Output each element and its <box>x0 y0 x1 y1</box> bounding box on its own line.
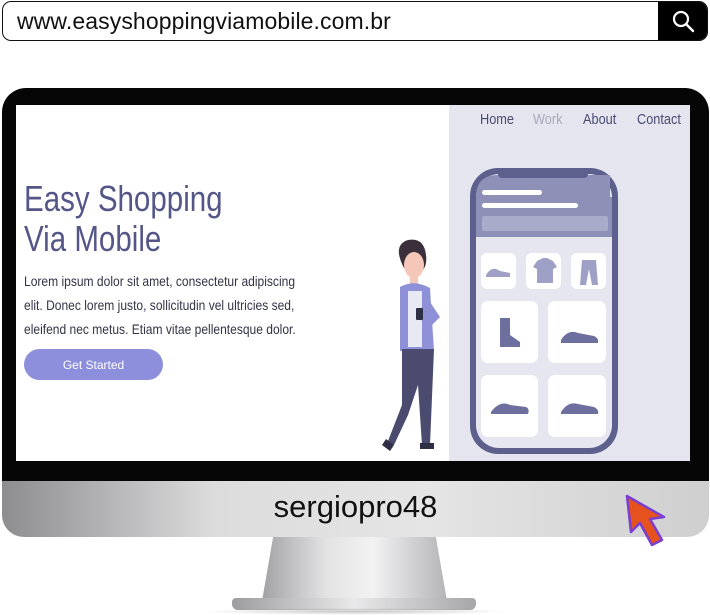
cursor-arrow-icon <box>625 494 666 547</box>
phone-illustration <box>470 168 618 454</box>
monitor-brand-label: sergiopro48 <box>273 489 438 524</box>
address-bar[interactable]: www.easyshoppingviamobile.com.br <box>2 1 708 41</box>
monitor: sergiopro48 Home Work About Contact Easy… <box>2 88 709 538</box>
monitor-shadow <box>200 608 510 615</box>
monitor-chin: sergiopro48 <box>2 481 709 537</box>
search-icon <box>672 10 694 33</box>
woman-illustration <box>382 239 440 451</box>
search-button[interactable] <box>658 2 707 40</box>
shopping-illustration <box>382 168 618 454</box>
website-screen: Home Work About Contact Easy Shopping Vi… <box>16 105 690 461</box>
url-text[interactable]: www.easyshoppingviamobile.com.br <box>17 8 391 35</box>
monitor-stand <box>262 537 447 601</box>
